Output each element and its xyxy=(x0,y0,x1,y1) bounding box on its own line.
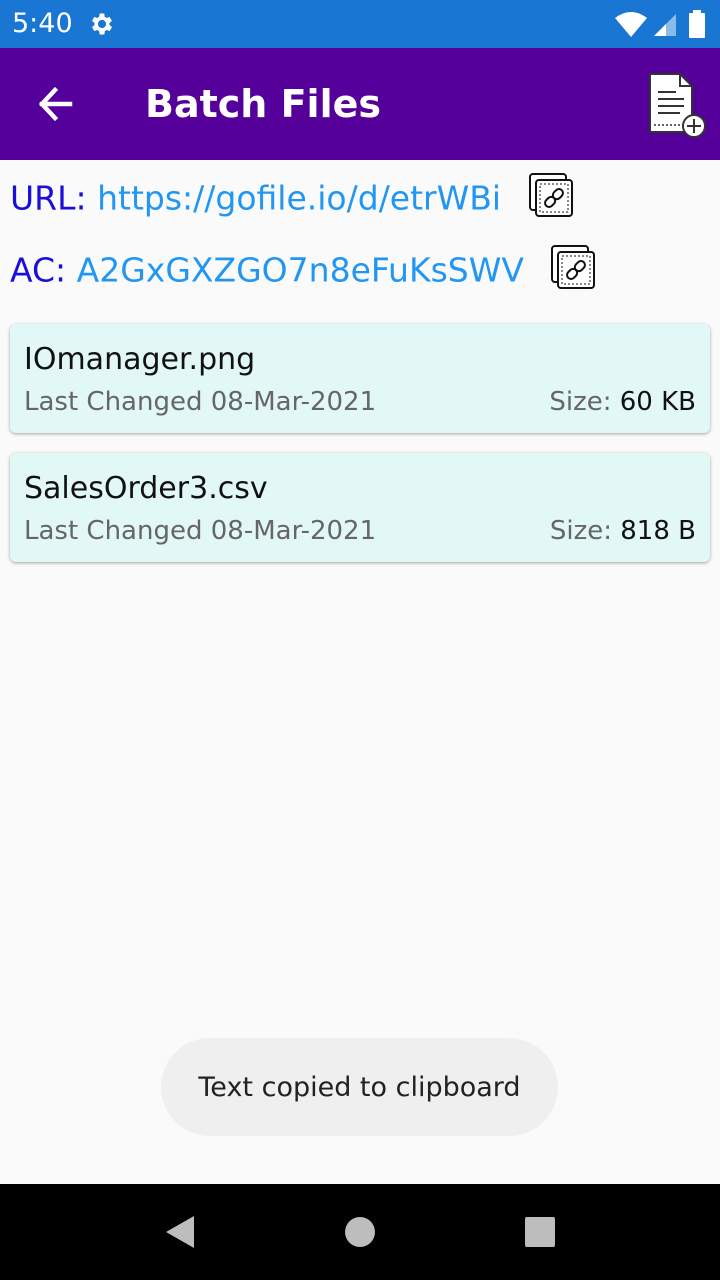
file-size-label: Size: xyxy=(549,516,612,546)
signal-icon xyxy=(654,14,676,36)
arrow-back-icon[interactable] xyxy=(26,74,86,134)
nav-back-icon[interactable] xyxy=(160,1212,200,1252)
file-card[interactable]: SalesOrder3.csv Last Changed 08-Mar-2021… xyxy=(10,453,710,562)
battery-icon xyxy=(689,10,705,38)
wifi-icon xyxy=(615,12,647,37)
ac-code[interactable]: A2GxGXZGO7n8eFuKsSWV xyxy=(77,251,524,290)
url-label: URL: xyxy=(10,178,87,218)
ac-label: AC: xyxy=(10,250,67,290)
file-card[interactable]: IOmanager.png Last Changed 08-Mar-2021 S… xyxy=(10,324,710,433)
copy-url-link-icon[interactable] xyxy=(528,172,576,220)
clipboard-toast: Text copied to clipboard xyxy=(161,1038,558,1136)
file-name: SalesOrder3.csv xyxy=(24,471,268,506)
add-document-icon[interactable] xyxy=(640,70,708,140)
file-last-changed: Last Changed 08-Mar-2021 xyxy=(24,516,377,546)
settings-gear-icon xyxy=(91,13,113,35)
page-title: Batch Files xyxy=(145,82,381,126)
file-size-label: Size: xyxy=(549,387,612,417)
nav-recents-icon[interactable] xyxy=(524,1216,556,1248)
system-nav-bar xyxy=(0,1184,720,1280)
url-link[interactable]: https://gofile.io/d/etrWBi xyxy=(97,179,501,218)
status-time: 5:40 xyxy=(12,8,73,39)
toast-message: Text copied to clipboard xyxy=(198,1071,521,1103)
file-last-changed: Last Changed 08-Mar-2021 xyxy=(24,387,377,417)
file-size-value: 818 B xyxy=(620,516,696,546)
file-size: Size: 818 B xyxy=(550,515,696,547)
file-name: IOmanager.png xyxy=(24,342,256,377)
copy-ac-link-icon[interactable] xyxy=(550,244,598,292)
url-row: URL: https://gofile.io/d/etrWBi xyxy=(10,173,576,224)
app-bar: Batch Files xyxy=(0,48,720,160)
ac-row: AC: A2GxGXZGO7n8eFuKsSWV xyxy=(10,245,598,296)
nav-home-icon[interactable] xyxy=(344,1216,376,1248)
file-size-value: 60 KB xyxy=(619,387,696,417)
status-bar: 5:40 xyxy=(0,0,720,48)
file-size: Size: 60 KB xyxy=(549,386,696,418)
